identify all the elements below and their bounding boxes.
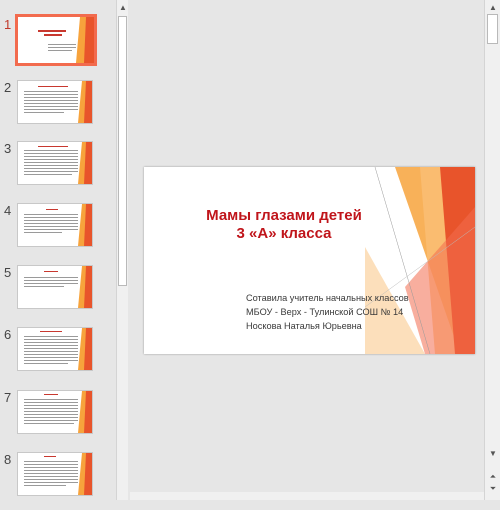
author-line-3: Носкова Наталья Юрьевна	[246, 321, 362, 331]
slide-preview	[17, 203, 93, 247]
slide-number: 5	[4, 265, 12, 280]
slide-number: 2	[4, 80, 12, 95]
slide-title: Мамы глазами детей 3 «А» класса	[184, 207, 384, 243]
slide-thumbnail-7[interactable]: 7	[0, 390, 116, 448]
slide-preview	[17, 265, 93, 309]
editor-scrollbar[interactable]: ▲ ▼ ⏶ ⏷	[484, 0, 500, 500]
slide-number: 6	[4, 327, 12, 342]
slide-preview	[15, 14, 97, 66]
author-line-2: МБОУ - Верх - Тулинской СОШ № 14	[246, 307, 404, 317]
previous-slide-icon[interactable]: ⏶	[487, 472, 499, 482]
slide-number: 8	[4, 452, 12, 467]
scroll-down-icon[interactable]: ▼	[487, 448, 499, 460]
slide-subtitle: Сотавила учитель начальных классов МБОУ …	[246, 291, 409, 333]
slide-thumbnail-4[interactable]: 4	[0, 203, 116, 261]
slide-thumbnail-2[interactable]: 2	[0, 80, 116, 138]
author-line-1: Сотавила учитель начальных классов	[246, 293, 409, 303]
slide-thumbnail-pane: 1 2 3 4 5 6 7 8	[0, 0, 116, 500]
slide-thumbnail-6[interactable]: 6	[0, 327, 116, 385]
horizontal-scrollbar[interactable]	[130, 492, 484, 500]
slide-preview	[17, 452, 93, 496]
slide-thumbnail-3[interactable]: 3	[0, 141, 116, 199]
scroll-up-icon[interactable]: ▲	[117, 2, 129, 14]
slide-preview	[17, 390, 93, 434]
next-slide-icon[interactable]: ⏷	[487, 484, 499, 494]
slide-preview	[17, 327, 93, 371]
title-line-1: Мамы глазами детей	[206, 207, 362, 224]
thumbnail-scrollbar[interactable]: ▲	[116, 0, 128, 500]
slide-preview	[17, 141, 93, 185]
slide-thumbnail-5[interactable]: 5	[0, 265, 116, 323]
slide-number: 1	[4, 17, 12, 32]
slide-number: 4	[4, 203, 12, 218]
slide-thumbnail-8[interactable]: 8	[0, 452, 116, 510]
scrollbar-thumb[interactable]	[487, 14, 498, 44]
slide-thumbnail-1[interactable]: 1	[0, 14, 116, 75]
title-line-2: 3 «А» класса	[236, 225, 332, 242]
scrollbar-thumb[interactable]	[118, 16, 127, 286]
slide-number: 7	[4, 390, 12, 405]
current-slide[interactable]: Мамы глазами детей 3 «А» класса Сотавила…	[144, 167, 475, 354]
scroll-up-icon[interactable]: ▲	[487, 2, 499, 14]
slide-preview	[17, 80, 93, 124]
slide-number: 3	[4, 141, 12, 156]
